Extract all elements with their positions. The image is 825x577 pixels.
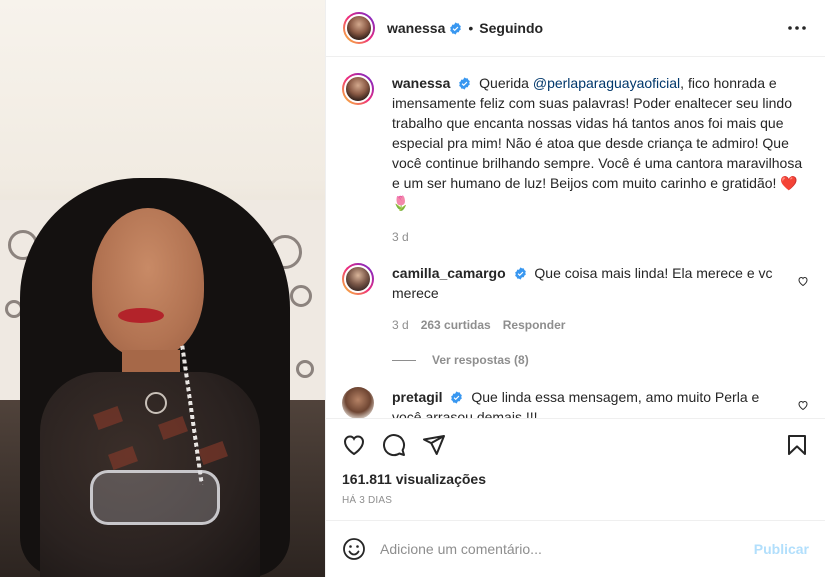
- caption-avatar[interactable]: [342, 73, 374, 105]
- action-icons: [342, 419, 809, 471]
- commenter-username[interactable]: camilla_camargo: [392, 265, 506, 281]
- caption: wanessa Querida @perlaparaguayaoficial, …: [342, 73, 809, 247]
- more-icon[interactable]: [785, 16, 809, 40]
- comment-item: camilla_camargo Que coisa mais linda! El…: [342, 263, 809, 335]
- comments-list[interactable]: wanessa Querida @perlaparaguayaoficial, …: [326, 57, 825, 418]
- publish-button[interactable]: Publicar: [754, 541, 809, 557]
- author-username[interactable]: wanessa: [387, 20, 445, 36]
- comment-timestamp[interactable]: 3 d: [392, 315, 409, 335]
- like-comment-heart-icon[interactable]: [797, 275, 809, 287]
- comment-input[interactable]: Adicione um comentário...: [380, 541, 754, 557]
- following-button[interactable]: Seguindo: [479, 20, 543, 36]
- paper-plane-icon[interactable]: [422, 433, 446, 457]
- post-sidebar: wanessa • Seguindo wanessa Querida @perl…: [325, 0, 825, 577]
- post-video[interactable]: [0, 0, 325, 577]
- author-avatar[interactable]: [343, 12, 375, 44]
- verified-badge-icon: [514, 267, 526, 280]
- post-modal: wanessa • Seguindo wanessa Querida @perl…: [0, 0, 825, 577]
- commenter-username[interactable]: pretagil: [392, 389, 443, 405]
- view-replies-button[interactable]: Ver respostas (8): [392, 353, 809, 367]
- post-header: wanessa • Seguindo: [326, 0, 825, 57]
- emoji-icon[interactable]: [342, 537, 366, 561]
- pillow-pattern: [290, 285, 312, 307]
- view-count[interactable]: 161.811 visualizações: [342, 471, 809, 487]
- view-replies-label: Ver respostas (8): [432, 353, 529, 367]
- heart-icon[interactable]: [342, 433, 366, 457]
- separator-dot: •: [468, 20, 474, 36]
- commenter-avatar[interactable]: [342, 263, 374, 295]
- comment-composer: Adicione um comentário... Publicar: [326, 520, 825, 577]
- eyeglasses: [90, 470, 220, 525]
- replies-divider: [392, 359, 416, 361]
- comment-item: pretagil Que linda essa mensagem, amo mu…: [342, 387, 809, 418]
- post-time[interactable]: HÁ 3 DIAS: [342, 495, 809, 520]
- pendant: [145, 392, 167, 414]
- caption-text-before: Querida: [479, 75, 533, 91]
- mention-link[interactable]: @perlaparaguayaoficial: [533, 75, 680, 91]
- commenter-avatar[interactable]: [342, 387, 374, 418]
- verified-badge-icon: [451, 391, 463, 404]
- caption-username[interactable]: wanessa: [392, 75, 450, 91]
- verified-badge-icon: [459, 77, 471, 90]
- pillow-pattern: [296, 360, 314, 378]
- reply-button[interactable]: Responder: [503, 315, 566, 335]
- caption-text-after: , fico honrada e imensamente feliz com s…: [392, 75, 803, 211]
- verified-badge-icon: [450, 21, 462, 35]
- comment-likes[interactable]: 263 curtidas: [421, 315, 491, 335]
- lips: [118, 308, 164, 323]
- face: [92, 208, 204, 358]
- comment-icon[interactable]: [382, 433, 406, 457]
- post-actions: 161.811 visualizações HÁ 3 DIAS: [326, 418, 825, 520]
- caption-timestamp[interactable]: 3 d: [392, 227, 409, 247]
- bookmark-icon[interactable]: [785, 433, 809, 457]
- like-comment-heart-icon[interactable]: [797, 399, 809, 411]
- comment-text: Que linda essa mensagem, amo muito Perla…: [392, 389, 760, 418]
